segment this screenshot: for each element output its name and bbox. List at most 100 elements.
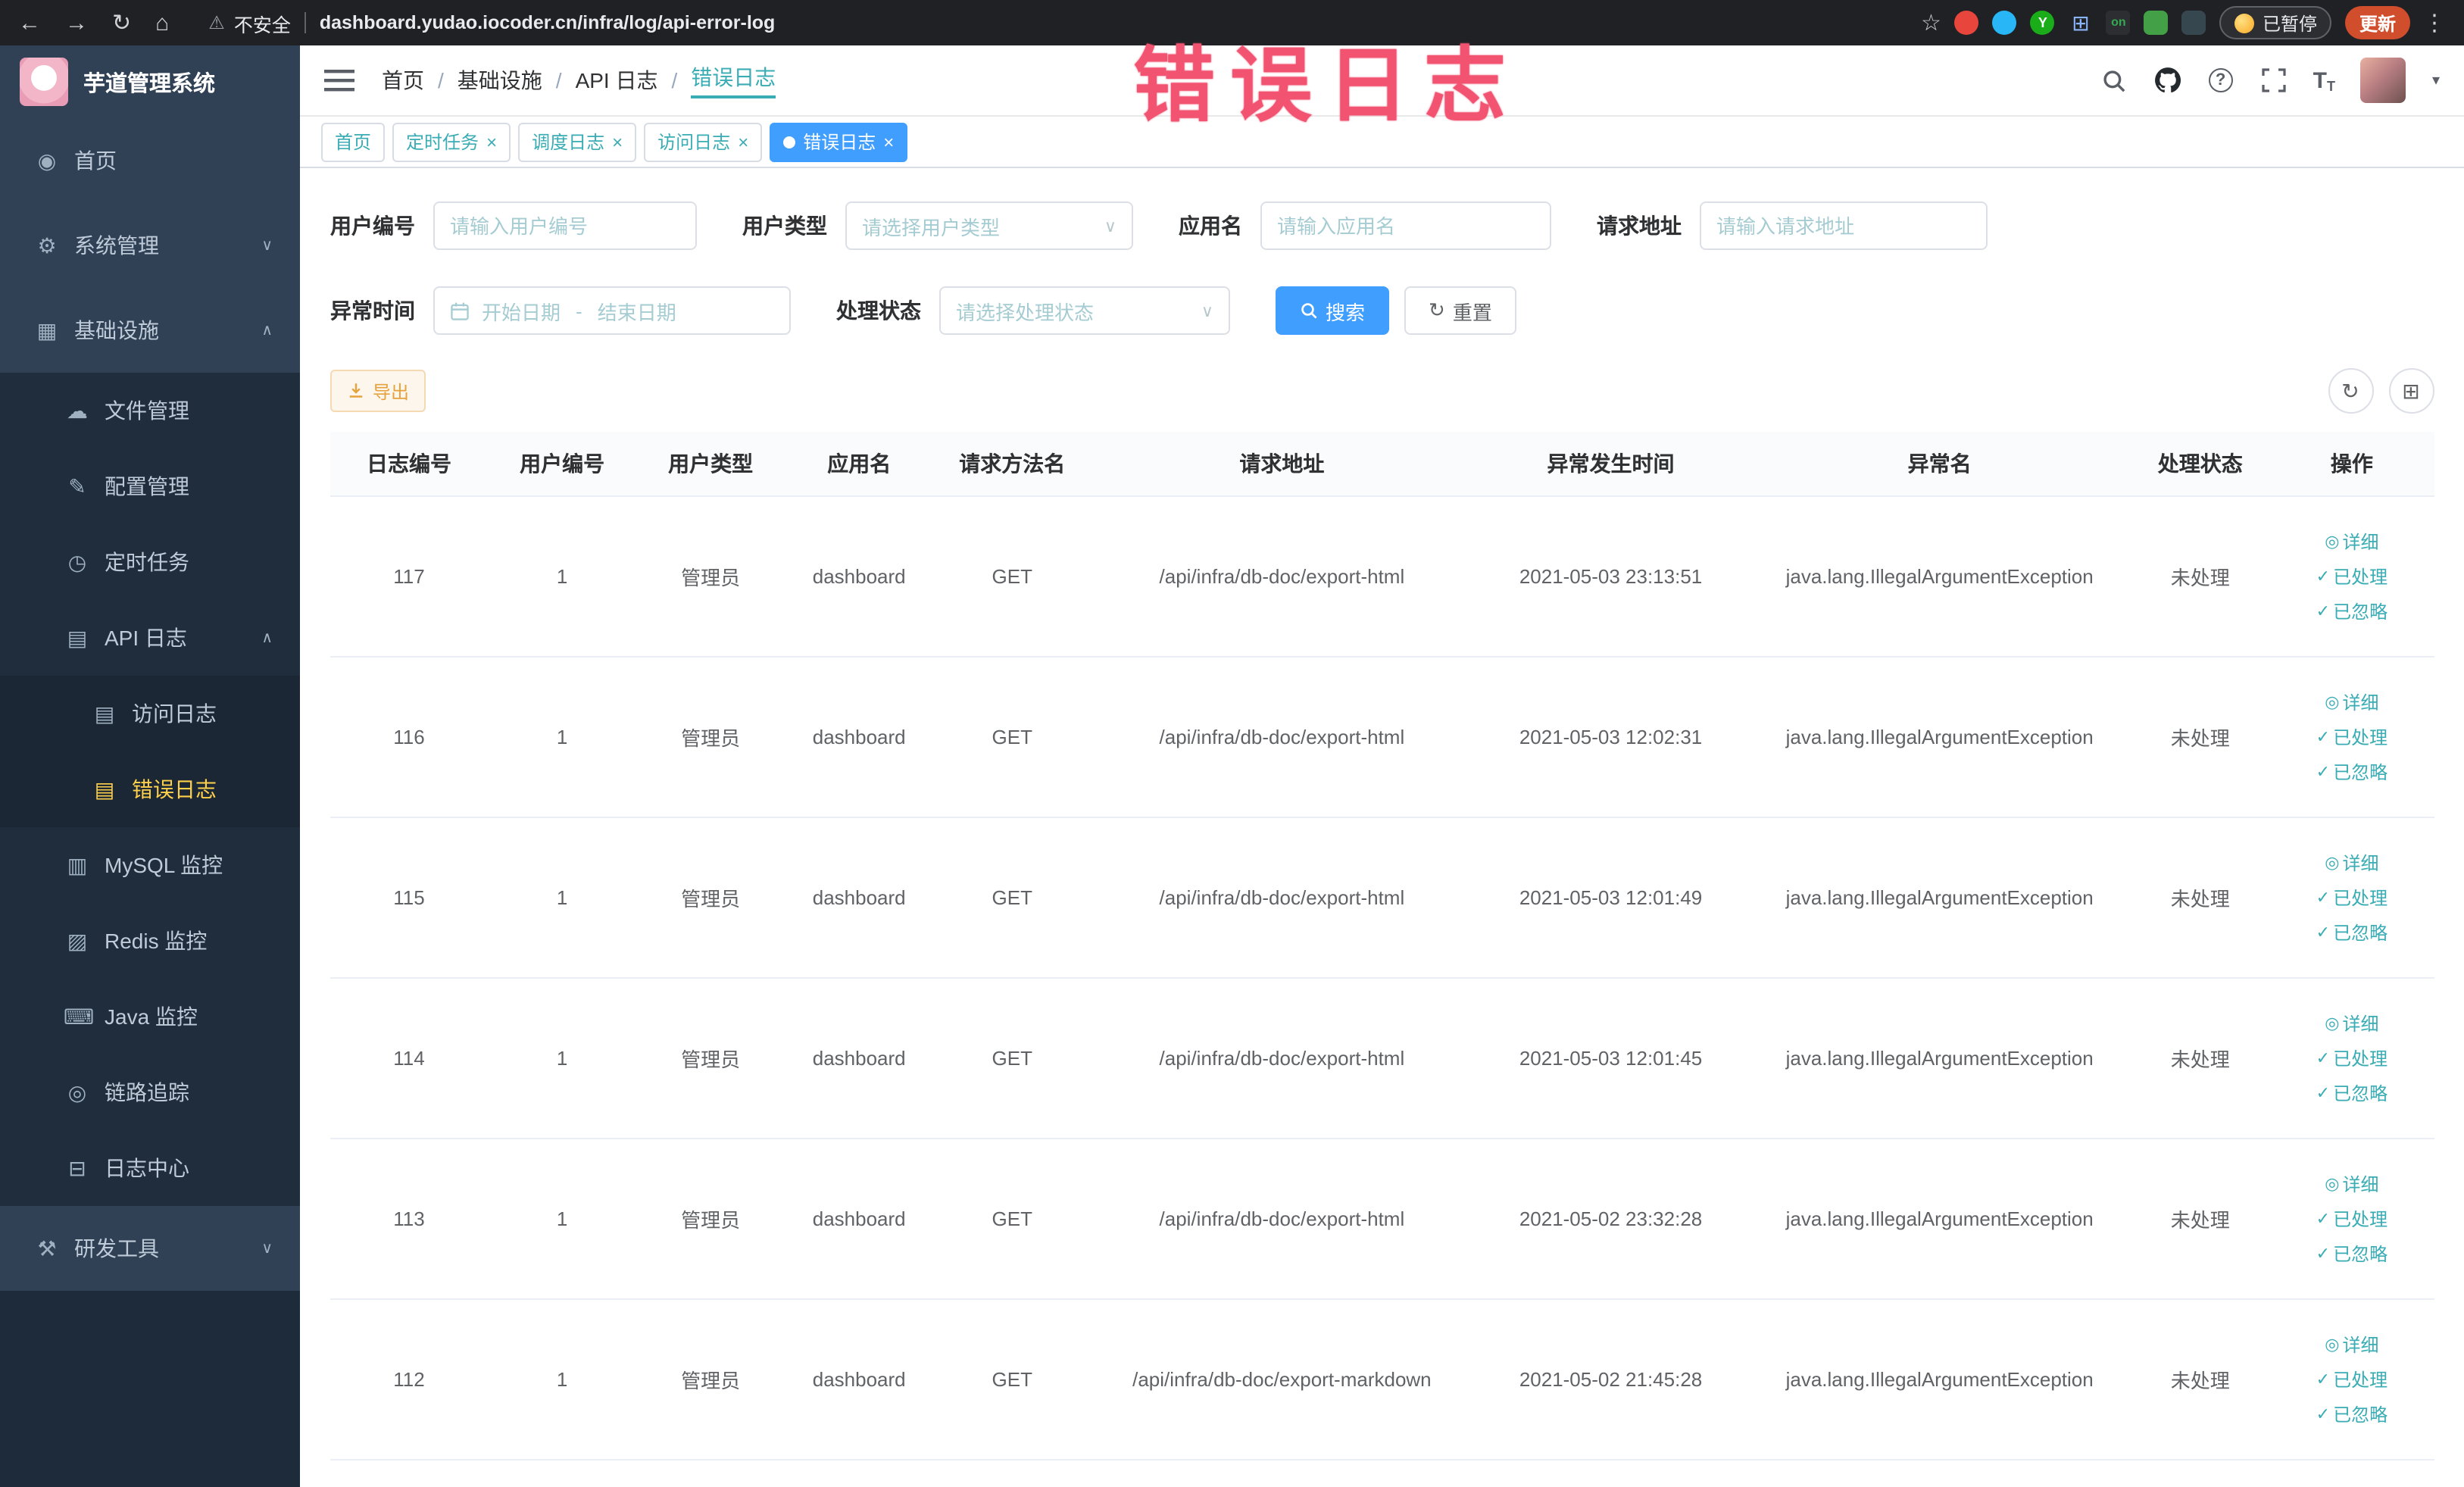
navbar-right-icons: ? TT ▾ (2101, 58, 2440, 103)
sidebar-item-link-tracing[interactable]: ◎ 链路追踪 (0, 1054, 300, 1130)
ignored-action-link[interactable]: ✓ 已忽略 (2316, 1079, 2387, 1105)
sidebar-item-access-logs[interactable]: ▤ 访问日志 (0, 676, 300, 751)
security-label: 不安全 (233, 14, 291, 36)
sidebar-item-error-logs[interactable]: ▤ 错误日志 (0, 751, 300, 827)
request-url-field[interactable] (1700, 201, 1988, 250)
emoji-icon (2234, 13, 2255, 33)
sidebar-item-log-center[interactable]: ⊟ 日志中心 (0, 1130, 300, 1206)
profile-paused-chip[interactable]: 已暂停 (2219, 6, 2332, 39)
fullscreen-icon[interactable] (2260, 67, 2288, 94)
sidebar-item-scheduled-tasks[interactable]: ◷ 定时任务 (0, 524, 300, 600)
extension-icon[interactable] (1954, 11, 1979, 35)
processed-action-link[interactable]: ✓ 已处理 (2316, 563, 2387, 589)
address-bar[interactable]: ⚠ 不安全 dashboard.yudao.iocoder.cn/infra/l… (208, 8, 775, 37)
help-icon[interactable]: ? (2207, 67, 2234, 94)
user-id-input[interactable] (450, 214, 680, 237)
sidebar-item-redis-monitor[interactable]: ▨ Redis 监控 (0, 903, 300, 979)
sidebar-item-config-management[interactable]: ✎ 配置管理 (0, 448, 300, 524)
processed-action-link[interactable]: ✓ 已处理 (2316, 1205, 2387, 1231)
table-row: 113 1 管理员 dashboard GET /api/infra/db-do… (330, 1138, 2434, 1299)
ignored-action-link[interactable]: ✓ 已忽略 (2316, 1401, 2387, 1426)
ignored-action-link[interactable]: ✓ 已忽略 (2316, 1240, 2387, 1266)
tab-error-logs[interactable]: 错误日志 × (770, 122, 908, 161)
app-name-input[interactable] (1277, 214, 1535, 237)
breadcrumb-infrastructure[interactable]: 基础设施 (458, 65, 576, 95)
close-icon[interactable]: × (883, 131, 894, 152)
refresh-icon: ↻ (1429, 298, 1445, 321)
back-icon[interactable]: ← (18, 11, 41, 34)
sidebar-item-api-logs[interactable]: ▤ API 日志 ∧ (0, 600, 300, 676)
extension-icon[interactable]: Y (2030, 11, 2055, 35)
process-status-select[interactable]: 请选择处理状态 ∨ (939, 286, 1230, 335)
sidebar-item-mysql-monitor[interactable]: ▥ MySQL 监控 (0, 827, 300, 903)
user-type-select[interactable]: 请选择用户类型 ∨ (845, 201, 1133, 250)
cache-icon: ▨ (67, 928, 88, 952)
processed-action-link[interactable]: ✓ 已处理 (2316, 723, 2387, 749)
breadcrumb-api-logs[interactable]: API 日志 (576, 65, 692, 95)
ignored-action-link[interactable]: ✓ 已忽略 (2316, 919, 2387, 945)
extension-icon[interactable] (2181, 11, 2206, 35)
sidebar-toggle-icon[interactable] (324, 68, 354, 92)
caret-down-icon[interactable]: ▾ (2432, 72, 2440, 89)
app-logo[interactable]: 芋道管理系统 (0, 45, 300, 118)
search-icon[interactable] (2101, 67, 2128, 94)
detail-action-link[interactable]: ◎ 详细 (2325, 1170, 2378, 1196)
grid-icon: ⊞ (2402, 378, 2420, 402)
extension-on-badge[interactable]: on (2106, 11, 2131, 35)
col-exception-time: 异常发生时间 (1472, 432, 1749, 496)
avatar[interactable] (2360, 58, 2406, 103)
close-icon[interactable]: × (612, 131, 623, 152)
font-size-icon[interactable]: TT (2313, 67, 2335, 93)
extension-icon[interactable] (1992, 11, 2017, 35)
sidebar-item-system-management[interactable]: ⚙ 系统管理 ∨ (0, 203, 300, 288)
chrome-update-chip[interactable]: 更新 (2345, 6, 2409, 39)
tab-scheduled-tasks[interactable]: 定时任务 × (392, 122, 511, 161)
app-name-field[interactable] (1260, 201, 1551, 250)
processed-action-link[interactable]: ✓ 已处理 (2316, 1045, 2387, 1070)
refresh-button[interactable]: ↻ (2328, 368, 2373, 414)
sidebar-item-file-management[interactable]: ☁ 文件管理 (0, 373, 300, 448)
extension-grid-icon[interactable]: ⊞ (2069, 11, 2093, 35)
github-icon[interactable] (2154, 67, 2181, 94)
chevron-down-icon: ∨ (1104, 217, 1116, 236)
request-url-label: 请求地址 (1597, 214, 1682, 238)
ignored-action-link[interactable]: ✓ 已忽略 (2316, 598, 2387, 623)
detail-action-link[interactable]: ◎ 详细 (2325, 1331, 2378, 1357)
exception-time-range-picker[interactable]: 开始日期 - 结束日期 (433, 286, 791, 335)
processed-action-link[interactable]: ✓ 已处理 (2316, 1366, 2387, 1392)
column-settings-button[interactable]: ⊞ (2388, 368, 2434, 414)
sidebar-item-home[interactable]: ◉ 首页 (0, 118, 300, 203)
reset-button[interactable]: ↻ 重置 (1404, 286, 1516, 335)
top-navbar: 首页 基础设施 API 日志 错误日志 (300, 45, 2464, 117)
eye-icon: ◎ (2325, 1175, 2340, 1193)
breadcrumb-home[interactable]: 首页 (382, 65, 458, 95)
home-icon[interactable]: ⌂ (155, 11, 169, 34)
sidebar-item-java-monitor[interactable]: ⌨ Java 监控 (0, 979, 300, 1054)
detail-action-link[interactable]: ◎ 详细 (2325, 528, 2378, 554)
tab-home[interactable]: 首页 (321, 122, 386, 161)
close-icon[interactable]: × (738, 131, 748, 152)
detail-action-link[interactable]: ◎ 详细 (2325, 1010, 2378, 1036)
kebab-menu-icon[interactable]: ⋮ (2423, 11, 2446, 34)
sidebar-item-infrastructure[interactable]: ▦ 基础设施 ∧ (0, 288, 300, 373)
detail-action-link[interactable]: ◎ 详细 (2325, 689, 2378, 714)
tab-schedule-logs[interactable]: 调度日志 × (518, 122, 637, 161)
monitor-icon: ▦ (36, 317, 58, 342)
check-icon: ✓ (2316, 602, 2331, 620)
url-text: dashboard.yudao.iocoder.cn/infra/log/api… (319, 12, 776, 33)
chevron-up-icon: ∧ (261, 629, 273, 646)
request-url-input[interactable] (1716, 214, 1971, 237)
export-button[interactable]: 导出 (330, 370, 426, 412)
user-id-field[interactable] (433, 201, 697, 250)
sidebar-item-dev-tools[interactable]: ⚒ 研发工具 ∨ (0, 1206, 300, 1291)
bookmark-star-icon[interactable]: ☆ (1921, 11, 1941, 34)
detail-action-link[interactable]: ◎ 详细 (2325, 849, 2378, 875)
ignored-action-link[interactable]: ✓ 已忽略 (2316, 758, 2387, 784)
forward-icon[interactable]: → (65, 11, 88, 34)
reload-icon[interactable]: ↻ (112, 11, 131, 34)
processed-action-link[interactable]: ✓ 已处理 (2316, 884, 2387, 910)
extension-icon[interactable] (2144, 11, 2169, 35)
tab-access-logs[interactable]: 访问日志 × (644, 122, 763, 161)
close-icon[interactable]: × (486, 131, 497, 152)
search-button[interactable]: 搜索 (1276, 286, 1390, 335)
